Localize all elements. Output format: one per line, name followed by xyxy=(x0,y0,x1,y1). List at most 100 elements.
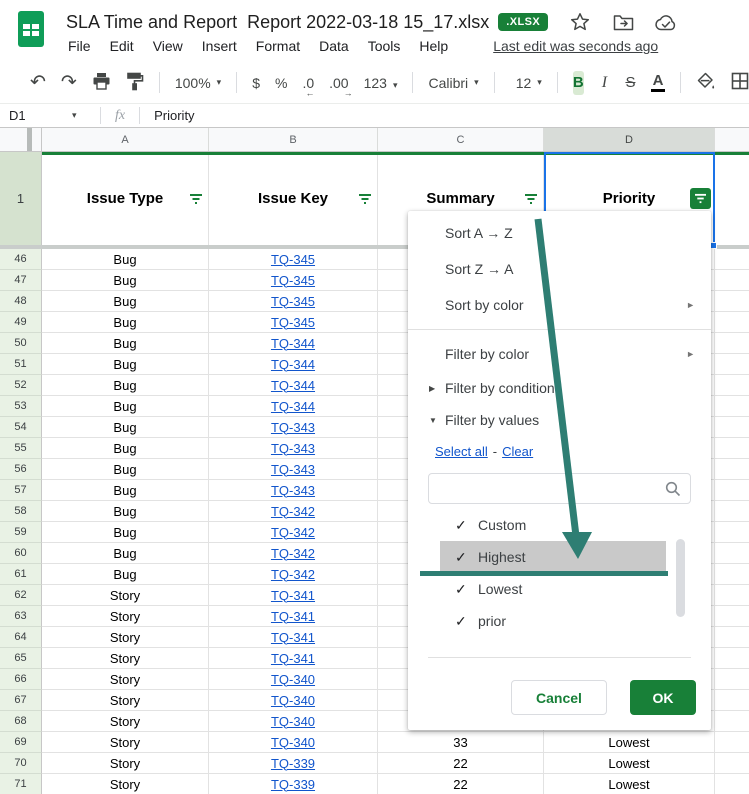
row-header[interactable]: 53 xyxy=(0,396,42,417)
issue-key-link[interactable]: TQ-339 xyxy=(271,756,315,771)
row-header[interactable]: 69 xyxy=(0,732,42,753)
cell-issue-type[interactable]: Bug xyxy=(42,417,209,438)
cell-empty[interactable] xyxy=(715,774,749,794)
ok-button[interactable]: OK xyxy=(630,680,696,715)
cell-issue-type[interactable]: Story xyxy=(42,669,209,690)
cell-empty[interactable] xyxy=(715,333,749,354)
cell-issue-type[interactable]: Bug xyxy=(42,291,209,312)
menu-item-sort-by-color[interactable]: Sort by color ► xyxy=(408,287,711,323)
cell-empty[interactable] xyxy=(715,543,749,564)
cell-issue-type[interactable]: Bug xyxy=(42,396,209,417)
cell-priority[interactable]: Lowest xyxy=(544,774,715,794)
bold-button[interactable]: B xyxy=(573,71,584,95)
font-name-select[interactable]: Calibri▾ xyxy=(428,75,478,91)
row-header[interactable]: 62 xyxy=(0,585,42,606)
cell-issue-type[interactable]: Bug xyxy=(42,270,209,291)
issue-key-link[interactable]: TQ-341 xyxy=(271,588,315,603)
move-folder-icon[interactable] xyxy=(612,11,634,33)
percent-format-button[interactable]: % xyxy=(275,75,287,91)
menu-item-filter-by-color[interactable]: Filter by color ► xyxy=(408,336,711,372)
cell-issue-type[interactable]: Bug xyxy=(42,459,209,480)
cell-empty[interactable] xyxy=(715,501,749,522)
issue-key-link[interactable]: TQ-344 xyxy=(271,378,315,393)
cell-empty[interactable] xyxy=(715,396,749,417)
cell-issue-type[interactable]: Bug xyxy=(42,564,209,585)
menu-item-filter-by-values[interactable]: ▼ Filter by values xyxy=(408,404,711,436)
row-header[interactable]: 66 xyxy=(0,669,42,690)
cell-e1[interactable] xyxy=(715,152,749,245)
row-header[interactable]: 61 xyxy=(0,564,42,585)
filter-value-option-custom[interactable]: ✓Custom xyxy=(440,509,666,541)
issue-key-link[interactable]: TQ-343 xyxy=(271,483,315,498)
row-header[interactable]: 55 xyxy=(0,438,42,459)
row-header[interactable]: 46 xyxy=(0,249,42,270)
cell-summary[interactable]: 33 xyxy=(378,732,544,753)
menu-data[interactable]: Data xyxy=(319,38,349,54)
row-header[interactable]: 50 xyxy=(0,333,42,354)
cell-issue-type[interactable]: Story xyxy=(42,585,209,606)
cell-issue-type[interactable]: Bug xyxy=(42,375,209,396)
menu-file[interactable]: File xyxy=(68,38,91,54)
row-header[interactable]: 64 xyxy=(0,627,42,648)
clear-link[interactable]: Clear xyxy=(502,444,533,459)
issue-key-link[interactable]: TQ-345 xyxy=(271,315,315,330)
row-header[interactable]: 71 xyxy=(0,774,42,794)
menu-view[interactable]: View xyxy=(153,38,183,54)
chevron-down-icon[interactable]: ▾ xyxy=(72,110,100,121)
cell-priority[interactable]: Lowest xyxy=(544,732,715,753)
menu-item-sort-az[interactable]: Sort A → Z xyxy=(408,215,711,251)
row-header[interactable]: 52 xyxy=(0,375,42,396)
cell-issue-type[interactable]: Bug xyxy=(42,249,209,270)
cell-empty[interactable] xyxy=(715,312,749,333)
name-box[interactable]: D1 xyxy=(0,108,72,123)
menu-item-sort-za[interactable]: Sort Z → A xyxy=(408,251,711,287)
strikethrough-button[interactable]: S xyxy=(625,71,636,95)
row-header[interactable]: 56 xyxy=(0,459,42,480)
row-header[interactable]: 67 xyxy=(0,690,42,711)
cell-issue-type[interactable]: Bug xyxy=(42,522,209,543)
menu-item-filter-by-condition[interactable]: ▶ Filter by condition xyxy=(408,372,711,404)
issue-key-link[interactable]: TQ-342 xyxy=(271,546,315,561)
filter-button-summary[interactable] xyxy=(522,191,539,208)
column-header-c[interactable]: C xyxy=(378,128,544,151)
borders-icon[interactable] xyxy=(731,72,749,93)
row-header[interactable]: 49 xyxy=(0,312,42,333)
menu-insert[interactable]: Insert xyxy=(202,38,237,54)
column-header-d[interactable]: D xyxy=(544,128,715,151)
scrollbar-thumb[interactable] xyxy=(676,539,685,617)
issue-key-link[interactable]: TQ-342 xyxy=(271,504,315,519)
row-header[interactable]: 58 xyxy=(0,501,42,522)
issue-key-link[interactable]: TQ-344 xyxy=(271,357,315,372)
cell-empty[interactable] xyxy=(715,606,749,627)
row-header[interactable]: 51 xyxy=(0,354,42,375)
formula-input[interactable]: Priority xyxy=(140,108,194,123)
currency-format-button[interactable]: $ xyxy=(252,75,260,91)
last-edit-status[interactable]: Last edit was seconds ago xyxy=(493,38,658,54)
cell-empty[interactable] xyxy=(715,270,749,291)
cell-empty[interactable] xyxy=(715,753,749,774)
decrease-decimal-button[interactable]: .0← xyxy=(302,75,314,91)
row-header[interactable]: 63 xyxy=(0,606,42,627)
row-header[interactable]: 65 xyxy=(0,648,42,669)
cell-issue-type[interactable]: Bug xyxy=(42,354,209,375)
redo-icon[interactable]: ↷ xyxy=(61,73,77,92)
issue-key-link[interactable]: TQ-342 xyxy=(271,567,315,582)
star-icon[interactable] xyxy=(569,11,591,33)
increase-decimal-button[interactable]: .00→ xyxy=(329,75,348,91)
filter-button-issue-type[interactable] xyxy=(187,191,204,208)
text-color-button[interactable]: A xyxy=(651,71,665,95)
menu-edit[interactable]: Edit xyxy=(110,38,134,54)
cell-empty[interactable] xyxy=(715,585,749,606)
cell-empty[interactable] xyxy=(715,354,749,375)
issue-key-link[interactable]: TQ-340 xyxy=(271,693,315,708)
cell-empty[interactable] xyxy=(715,648,749,669)
cell-issue-type[interactable]: Story xyxy=(42,753,209,774)
column-header-b[interactable]: B xyxy=(209,128,378,151)
cell-issue-type[interactable]: Story xyxy=(42,774,209,794)
row-header[interactable]: 1 xyxy=(0,152,42,245)
issue-key-link[interactable]: TQ-344 xyxy=(271,336,315,351)
row-header[interactable]: 54 xyxy=(0,417,42,438)
cell-issue-type[interactable]: Bug xyxy=(42,480,209,501)
cell-empty[interactable] xyxy=(715,627,749,648)
cell-empty[interactable] xyxy=(715,522,749,543)
